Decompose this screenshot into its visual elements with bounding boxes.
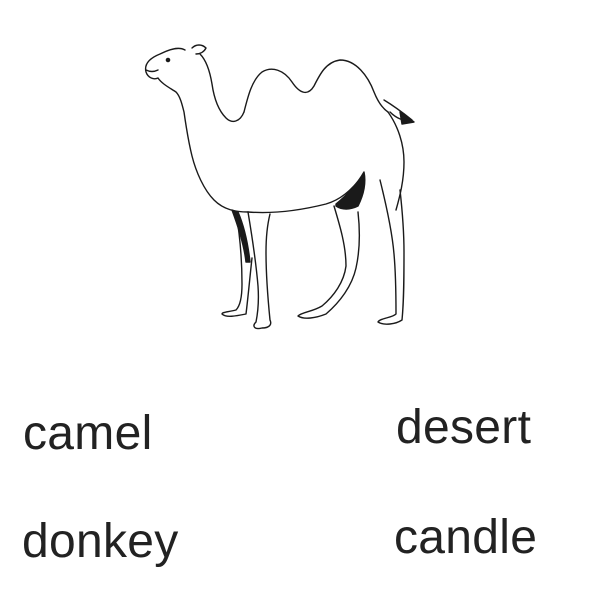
camel-front-leg-near xyxy=(247,211,272,330)
camel-head-outline xyxy=(144,47,249,213)
camel-eye xyxy=(165,57,171,63)
choice-candle[interactable]: candle xyxy=(394,514,537,562)
camel-tail-tuft xyxy=(399,111,415,125)
choice-donkey[interactable]: donkey xyxy=(22,518,179,566)
camel-upper-neck xyxy=(199,53,245,123)
camel-belly-shading xyxy=(335,171,366,210)
camel-ear xyxy=(191,44,207,55)
camel-rear-leg-near xyxy=(377,179,405,325)
camel-mouth xyxy=(145,69,159,73)
choice-camel[interactable]: camel xyxy=(23,410,153,458)
camel-illustration xyxy=(144,44,415,330)
camel-front-leg-far xyxy=(221,211,253,317)
camel-rear-leg-far xyxy=(297,205,361,319)
choice-desert[interactable]: desert xyxy=(396,404,531,452)
camel-humps xyxy=(243,59,389,113)
camel-rump xyxy=(387,111,405,211)
worksheet-page: camel desert donkey candle xyxy=(0,0,607,594)
